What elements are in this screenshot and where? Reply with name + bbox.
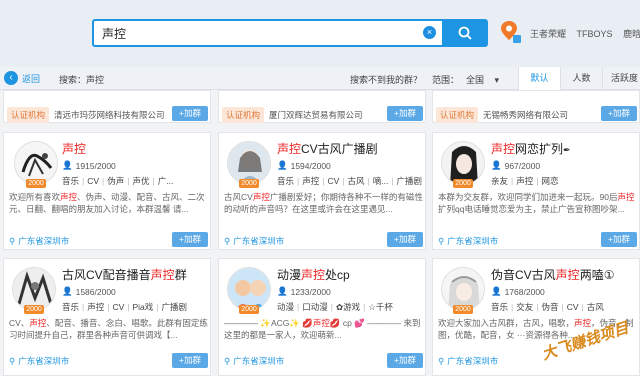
company-name: 厦门双辉达贸易有限公司 bbox=[269, 110, 363, 120]
verified-badge: 认证机构 bbox=[436, 107, 479, 123]
back-label: 返回 bbox=[22, 73, 41, 84]
group-title: 声控网恋扩列✒ bbox=[491, 142, 571, 156]
location-icon: ⚲ bbox=[9, 235, 16, 246]
hot-words: 王者荣耀 TFBOYS 鹿晗 bbox=[530, 27, 640, 40]
group-title: 动漫声控处cp bbox=[277, 268, 350, 282]
group-description: CV、声控、配音、播音、念白、唱歌。此群有固定练习时间提升自己，群里各种声音可供… bbox=[9, 318, 208, 340]
level-badge: 2000 bbox=[453, 305, 473, 314]
back-button[interactable]: ‹ 返回 bbox=[4, 71, 40, 85]
group-location: ⚲ 广东省深圳市 bbox=[224, 235, 285, 247]
join-button[interactable]: +加群 bbox=[601, 106, 637, 121]
group-title: 声控CV古风广播剧 bbox=[277, 142, 378, 156]
group-card[interactable]: 2000 伪音CV古风声控两嗑① 👤 1768/2000 音乐 | 交友 | 伪音 | CV |… bbox=[432, 258, 640, 376]
back-arrow-icon: ‹ bbox=[4, 71, 18, 85]
feather-icon: ✒ bbox=[563, 145, 571, 155]
join-button[interactable]: +加群 bbox=[387, 232, 423, 247]
group-description: ———— ✨ACG✨ 💋声控💋 cp 💕 ———— 来到这里的都是一家人，欢迎萌… bbox=[224, 318, 421, 340]
tab-activity[interactable]: 活跃度 bbox=[602, 67, 640, 90]
join-button[interactable]: +加群 bbox=[172, 106, 208, 121]
group-title: 古风CV配音播音声控群 bbox=[62, 268, 187, 282]
location-icon: ⚲ bbox=[438, 355, 445, 366]
clear-icon[interactable]: × bbox=[423, 26, 436, 39]
location-icon: ⚲ bbox=[438, 235, 445, 246]
join-button[interactable]: +加群 bbox=[172, 232, 208, 247]
level-badge: 2000 bbox=[453, 179, 473, 188]
join-button[interactable]: +加群 bbox=[387, 353, 423, 368]
verified-badge: 认证机构 bbox=[7, 107, 50, 123]
group-card-verified: 认证机构 无锡畅秀网络有限公司 +加群 bbox=[432, 90, 640, 123]
search-input[interactable] bbox=[102, 24, 412, 42]
level-badge: 2000 bbox=[26, 179, 46, 188]
location-icon: ⚲ bbox=[9, 355, 16, 366]
tab-default[interactable]: 默认 bbox=[518, 67, 560, 90]
company-name: 清远市玛莎网络科技有限公司 bbox=[54, 110, 165, 120]
group-card[interactable]: 2000 古风CV配音播音声控群 👤 1586/2000 音乐 | 声控 | CV | Pia… bbox=[3, 258, 211, 376]
member-icon: 👤 bbox=[277, 160, 288, 170]
range-value: 全国 bbox=[466, 75, 485, 85]
member-count: 👤 1586/2000 bbox=[62, 286, 116, 297]
group-location: ⚲ 广东省深圳市 bbox=[224, 355, 285, 367]
verified-badge: 认证机构 bbox=[222, 107, 265, 123]
search-icon bbox=[458, 26, 472, 40]
group-location: ⚲ 广东省深圳市 bbox=[9, 235, 70, 247]
not-found-link[interactable]: 搜索不到我的群？ bbox=[350, 73, 422, 86]
range-label: 范围： bbox=[432, 75, 460, 85]
member-count: 👤 1594/2000 bbox=[277, 160, 331, 171]
chevron-down-icon: ▾ bbox=[494, 75, 500, 85]
group-tags: 音乐 | CV | 伪声 | 声优 | 广... bbox=[62, 176, 174, 186]
top-search-bar: × 王者荣耀 TFBOYS 鹿晗 bbox=[0, 0, 640, 67]
range-select[interactable]: 全国 ▾ bbox=[466, 73, 499, 86]
join-button[interactable]: +加群 bbox=[172, 353, 208, 368]
hot-word[interactable]: 王者荣耀 bbox=[530, 29, 566, 39]
group-tags: 音乐 | 声控 | CV | 古风 | 嘀... | 广播剧 bbox=[277, 176, 423, 186]
group-card[interactable]: 2000 动漫声控处cp 👤 1233/2000 动漫 | 口动漫 | ✿游戏 | ☆千杯 —… bbox=[218, 258, 426, 376]
group-card[interactable]: 2000 声控网恋扩列✒ 👤 967/2000 亲友 | 声控 | 网恋 本群为交友群，欢… bbox=[432, 132, 640, 250]
level-badge: 2000 bbox=[239, 305, 259, 314]
member-count: 👤 1768/2000 bbox=[491, 286, 545, 297]
member-icon: 👤 bbox=[62, 160, 73, 170]
group-description: 古风CV声控广播剧爱好；你期待各种不一样的有磁性的动听的声音吗？在这里或许会在这… bbox=[224, 192, 423, 214]
group-location: ⚲ 广东省深圳市 bbox=[438, 235, 499, 247]
group-title: 声控 bbox=[62, 142, 87, 156]
member-count: 👤 1233/2000 bbox=[277, 286, 331, 297]
group-card-verified: 认证机构 清远市玛莎网络科技有限公司 +加群 bbox=[3, 90, 211, 123]
location-icon: ⚲ bbox=[224, 235, 231, 246]
group-description: 欢迎所有喜欢声控、伪声、动漫、配音、古风、二次元、日翻、翻唱的朋友加入讨论，本群… bbox=[9, 192, 205, 214]
search-summary: 搜索：声控 bbox=[59, 75, 105, 85]
group-description: 本群为交友群，欢迎同学们加进来一起玩。90后声控扩列qq电话睡觉恋爱为主，禁止广… bbox=[438, 192, 635, 214]
filter-bar: ‹ 返回 搜索：声控 搜索不到我的群？ 范围： 全国 ▾ 默认 人数 活跃度 bbox=[0, 67, 640, 90]
member-icon: 👤 bbox=[62, 286, 73, 296]
group-card[interactable]: 2000 声控 👤 1915/2000 音乐 | CV | 伪声 | 声优 | 广... 欢迎所有… bbox=[3, 132, 211, 250]
group-tags: 动漫 | 口动漫 | ✿游戏 | ☆千杯 bbox=[277, 302, 393, 312]
group-card-verified: 认证机构 厦门双辉达贸易有限公司 +加群 bbox=[218, 90, 426, 123]
search-button[interactable] bbox=[442, 19, 488, 47]
group-title: 伪音CV古风声控两嗑① bbox=[491, 268, 615, 282]
join-button[interactable]: +加群 bbox=[387, 106, 423, 121]
member-icon: 👤 bbox=[491, 286, 502, 296]
location-icon: ⚲ bbox=[224, 355, 231, 366]
search-box[interactable]: × bbox=[92, 19, 442, 47]
member-count: 👤 967/2000 bbox=[491, 160, 541, 171]
group-location: ⚲ 广东省深圳市 bbox=[9, 355, 70, 367]
member-count: 👤 1915/2000 bbox=[62, 160, 116, 171]
group-card[interactable]: 2000 声控CV古风广播剧 👤 1594/2000 音乐 | 声控 | CV | 古风 | 嘀.… bbox=[218, 132, 426, 250]
hot-word[interactable]: 鹿晗 bbox=[623, 29, 640, 39]
location-pin-icon[interactable] bbox=[500, 20, 522, 44]
group-tags: 亲友 | 声控 | 网恋 bbox=[491, 176, 559, 186]
level-badge: 2000 bbox=[239, 179, 259, 188]
level-badge: 2000 bbox=[24, 305, 44, 314]
group-tags: 音乐 | 声控 | CV | Pia戏 | 广播剧 bbox=[62, 302, 188, 312]
group-location: ⚲ 广东省深圳市 bbox=[438, 355, 499, 367]
member-icon: 👤 bbox=[491, 160, 502, 170]
join-button[interactable]: +加群 bbox=[601, 232, 637, 247]
hot-word[interactable]: TFBOYS bbox=[577, 29, 613, 39]
tab-members[interactable]: 人数 bbox=[560, 67, 602, 90]
member-icon: 👤 bbox=[277, 286, 288, 296]
company-name: 无锡畅秀网络有限公司 bbox=[483, 110, 569, 120]
group-tags: 音乐 | 交友 | 伪音 | CV | 古风 bbox=[491, 302, 604, 312]
